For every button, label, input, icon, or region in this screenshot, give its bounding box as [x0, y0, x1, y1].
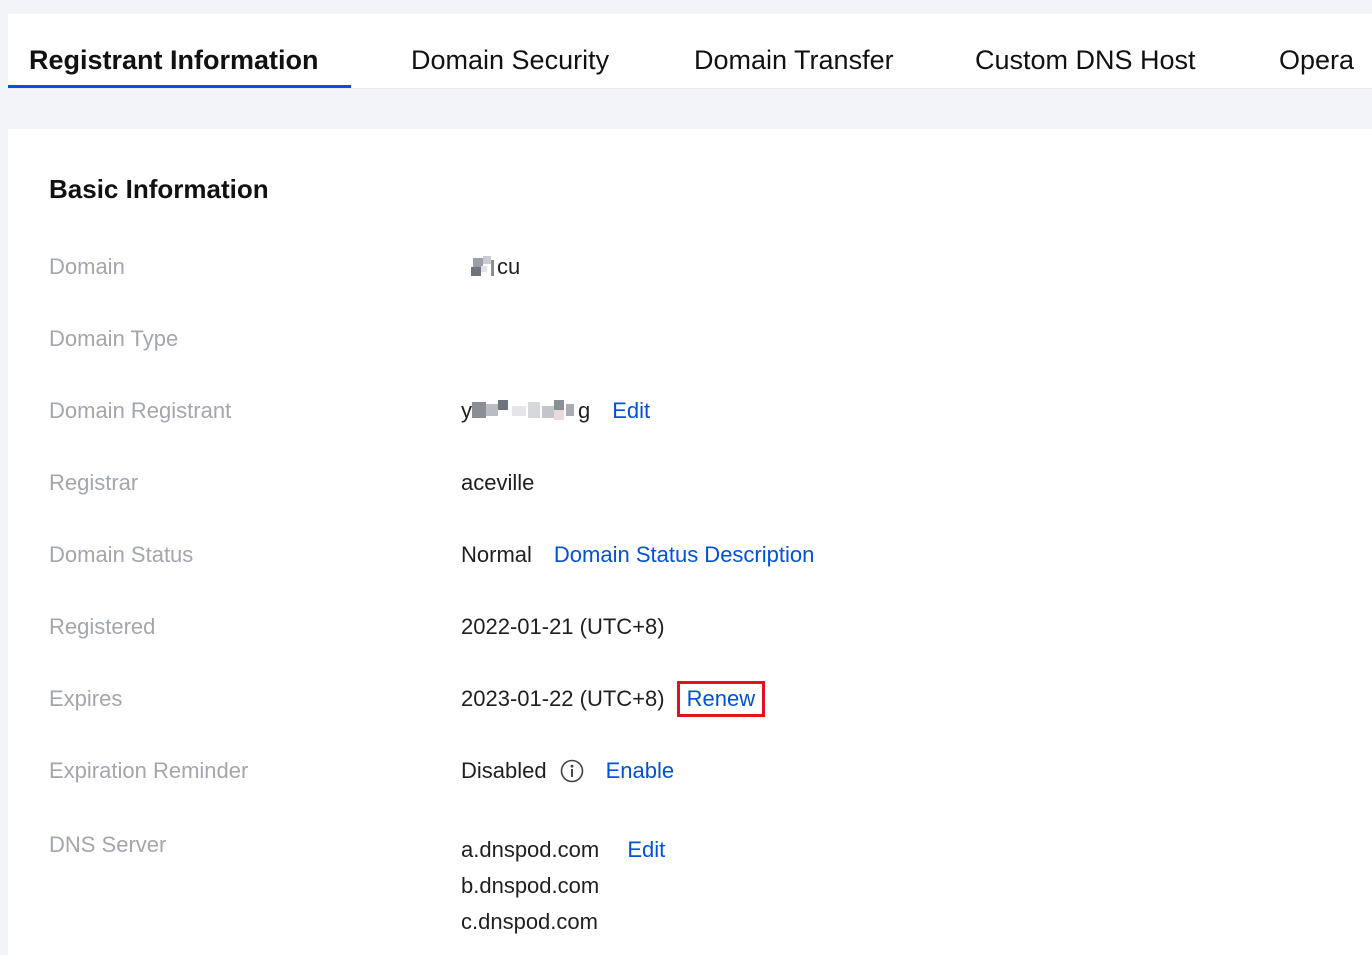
dns-server-item: c.dnspod.com — [461, 909, 598, 934]
domain-suffix: cu — [497, 254, 521, 279]
tab-domain-security[interactable]: Domain Security — [411, 14, 609, 88]
domain-status-text: Normal — [461, 542, 532, 567]
dns-server-a: a.dnspod.com — [461, 837, 600, 862]
redacted-pixels — [471, 256, 494, 276]
label-domain-registrant: Domain Registrant — [49, 398, 232, 423]
section-title-basic-information: Basic Information — [49, 174, 269, 204]
dns-server-list: a.dnspod.com Edit b.dnspod.com c.dnspod.… — [461, 832, 665, 940]
domain-status-description-link[interactable]: Domain Status Description — [554, 542, 814, 568]
tab-custom-dns-host[interactable]: Custom DNS Host — [975, 14, 1196, 88]
redacted-pixels — [472, 400, 574, 420]
tab-operation-log[interactable]: Opera — [1279, 14, 1354, 88]
value-registered: 2022-01-21 (UTC+8) — [461, 614, 665, 639]
domain-detail-panel: Registrant Information Domain Security D… — [8, 14, 1372, 955]
dns-server-item: a.dnspod.com Edit — [461, 832, 665, 868]
value-domain-registrant: y g Edit — [461, 398, 650, 424]
info-icon[interactable] — [560, 759, 584, 783]
expires-date: 2023-01-22 (UTC+8) — [461, 686, 665, 711]
label-registrar: Registrar — [49, 470, 139, 495]
section-divider — [8, 89, 1372, 129]
active-tab-indicator — [8, 85, 351, 88]
edit-dns-link[interactable]: Edit — [627, 837, 665, 862]
label-domain: Domain — [49, 254, 125, 279]
label-domain-status: Domain Status — [49, 542, 194, 567]
label-expiration-reminder: Expiration Reminder — [49, 758, 249, 783]
value-domain-status: Normal Domain Status Description — [461, 542, 814, 568]
tab-domain-transfer[interactable]: Domain Transfer — [694, 14, 894, 88]
dns-server-item: b.dnspod.com — [461, 873, 600, 898]
tab-registrant-information[interactable]: Registrant Information — [29, 14, 319, 88]
tab-bar: Registrant Information Domain Security D… — [8, 14, 1372, 89]
renew-highlight: Renew — [676, 681, 766, 717]
registrant-prefix: y — [461, 398, 472, 423]
value-registrar: aceville — [461, 470, 535, 495]
value-expiration-reminder: Disabled Enable — [461, 758, 674, 784]
value-domain: cu — [461, 254, 520, 280]
enable-reminder-link[interactable]: Enable — [606, 758, 675, 784]
label-domain-type: Domain Type — [49, 326, 179, 351]
expiration-reminder-status: Disabled — [461, 758, 547, 783]
renew-link[interactable]: Renew — [687, 686, 755, 711]
label-expires: Expires — [49, 686, 123, 711]
edit-registrant-link[interactable]: Edit — [612, 398, 650, 424]
label-dns-server: DNS Server — [49, 832, 167, 857]
registrant-suffix: g — [578, 398, 591, 423]
label-registered: Registered — [49, 614, 156, 639]
value-expires: 2023-01-22 (UTC+8) Renew — [461, 681, 766, 717]
